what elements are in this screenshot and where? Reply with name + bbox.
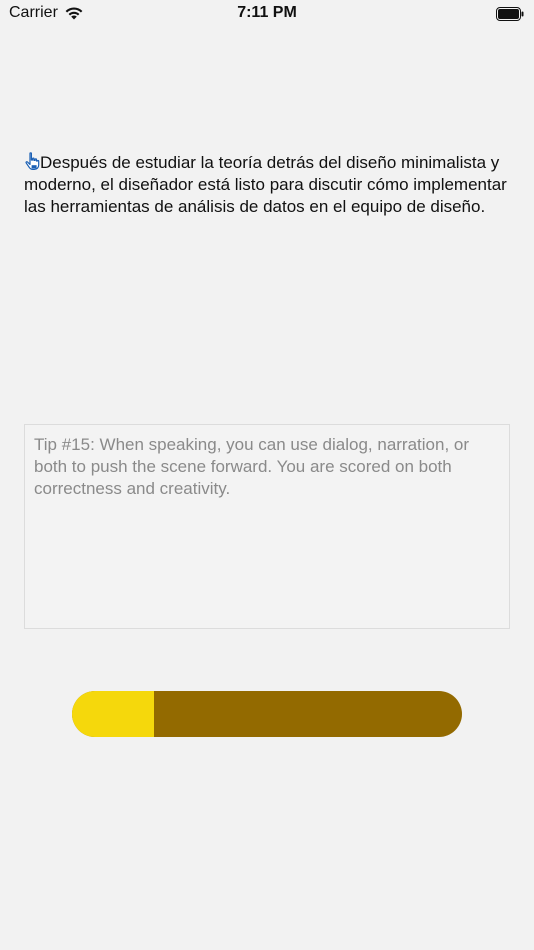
narration-text: Después de estudiar la teoría detrás del… xyxy=(24,152,514,218)
hand-pointer-icon xyxy=(25,152,40,170)
progress-fill xyxy=(72,691,154,737)
narration-body: Después de estudiar la teoría detrás del… xyxy=(24,153,507,216)
battery-icon xyxy=(496,7,524,21)
status-time: 7:11 PM xyxy=(237,4,297,21)
tip-placeholder: Tip #15: When speaking, you can use dial… xyxy=(34,435,470,498)
progress-bar xyxy=(72,691,462,737)
response-input[interactable]: Tip #15: When speaking, you can use dial… xyxy=(24,424,510,629)
status-bar: Carrier 7:11 PM xyxy=(0,0,534,30)
